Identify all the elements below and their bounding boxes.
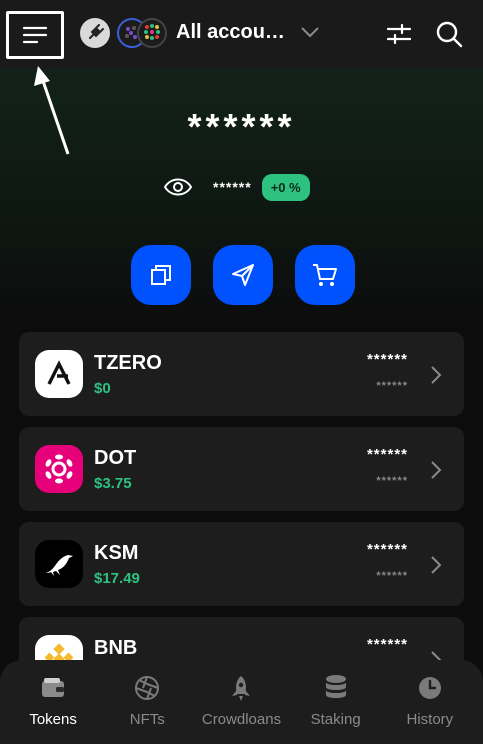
token-balance: ****** (366, 541, 408, 558)
nav-label: History (406, 711, 454, 728)
sliders-icon[interactable] (385, 20, 413, 48)
menu-icon (22, 26, 48, 44)
dot-logo-icon (35, 445, 83, 493)
action-buttons (131, 245, 355, 305)
token-price: $3.75 (94, 475, 132, 492)
account-name[interactable]: All accou… (176, 21, 290, 44)
nav-tokens[interactable]: Tokens (7, 660, 99, 744)
menu-button[interactable] (6, 11, 64, 59)
token-value: ****** (376, 380, 408, 392)
eye-icon[interactable] (163, 176, 193, 198)
send-icon (232, 264, 254, 286)
token-symbol: DOT (94, 447, 137, 469)
token-row-tzero[interactable]: TZERO $0 ****** ****** (19, 332, 464, 416)
nav-label: NFTs (129, 711, 165, 728)
nav-label: Staking (310, 711, 361, 728)
rocket-icon (227, 674, 255, 702)
nav-label: Crowdloans (201, 711, 282, 728)
nav-label: Tokens (29, 711, 77, 728)
token-price: $0 (94, 380, 111, 397)
token-list: TZERO $0 ****** ****** DOT $3.75 ****** … (19, 332, 464, 712)
send-button[interactable] (213, 245, 273, 305)
token-symbol: KSM (94, 542, 139, 564)
token-value: ****** (376, 475, 408, 487)
chevron-right-icon (431, 461, 442, 479)
nav-history[interactable]: History (384, 660, 476, 744)
coins-icon (322, 674, 350, 702)
plug-icon[interactable] (80, 18, 110, 48)
token-value: ****** (376, 570, 408, 582)
aperture-icon (133, 674, 161, 702)
ksm-logo-icon (35, 540, 83, 588)
token-symbol: BNB (94, 637, 138, 659)
chevron-right-icon (431, 366, 442, 384)
chevron-right-icon (431, 556, 442, 574)
header: All accou… (0, 0, 483, 68)
nav-staking[interactable]: Staking (290, 660, 382, 744)
nav-nfts[interactable]: NFTs (101, 660, 193, 744)
balance-row: ****** +0 % (163, 172, 310, 202)
clock-icon (416, 674, 444, 702)
token-price: $17.49 (94, 570, 140, 587)
token-row-dot[interactable]: DOT $3.75 ****** ****** (19, 427, 464, 511)
balance-sub: ****** (213, 179, 252, 195)
cart-icon (313, 264, 337, 286)
chevron-down-icon[interactable] (299, 25, 321, 39)
change-badge: +0 % (261, 173, 310, 201)
token-row-ksm[interactable]: KSM $17.49 ****** ****** (19, 522, 464, 606)
account-avatar[interactable] (115, 18, 167, 50)
total-balance: ****** (187, 106, 296, 147)
token-balance: ****** (366, 636, 408, 653)
buy-button[interactable] (295, 245, 355, 305)
copy-icon (151, 265, 171, 285)
copy-address-button[interactable] (131, 245, 191, 305)
search-icon[interactable] (434, 19, 464, 49)
token-balance: ****** (366, 446, 408, 463)
tzero-logo-icon (35, 350, 83, 398)
token-symbol: TZERO (94, 352, 162, 374)
bottom-nav: Tokens NFTs Crowdloans Staking History (0, 660, 483, 744)
account-avatar-2 (137, 18, 167, 48)
nav-crowdloans[interactable]: Crowdloans (195, 660, 287, 744)
wallet-screen: All accou… ****** ****** +0 % TZERO $0 *… (0, 0, 483, 744)
token-balance: ****** (366, 351, 408, 368)
wallet-icon (39, 674, 67, 702)
